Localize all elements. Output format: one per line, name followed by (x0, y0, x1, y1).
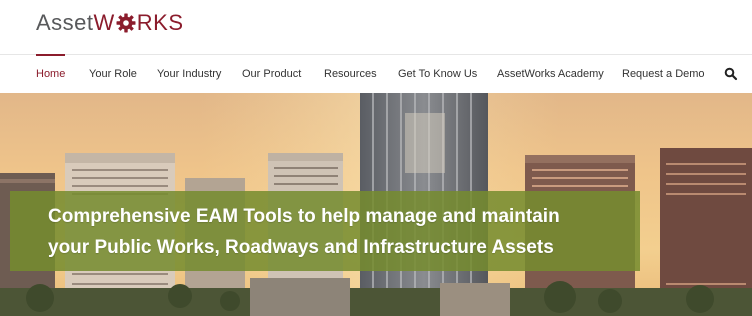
nav-item-request-a-demo[interactable]: Request a Demo (622, 55, 705, 93)
hero-headline-banner: Comprehensive EAM Tools to help manage a… (10, 191, 640, 271)
nav-item-get-to-know-us[interactable]: Get To Know Us (398, 55, 477, 93)
logo-text-asset: Asset (36, 10, 94, 35)
nav-item-assetworks-academy[interactable]: AssetWorks Academy (497, 55, 604, 93)
logo-text-w: W (93, 10, 115, 35)
nav-item-resources[interactable]: Resources (324, 55, 377, 93)
nav-item-your-role[interactable]: Your Role (89, 55, 137, 93)
nav-item-our-product[interactable]: Our Product (242, 55, 301, 93)
hero-headline-line-1: Comprehensive EAM Tools to help manage a… (48, 206, 560, 227)
gear-logo-icon (116, 13, 136, 33)
assetworks-logo[interactable]: Asset W RKS (36, 8, 184, 38)
hero-section: Comprehensive EAM Tools to help manage a… (0, 93, 752, 316)
logo-text-rks: RKS (136, 10, 184, 35)
search-icon[interactable] (724, 67, 738, 81)
hero-headline-line-2: your Public Works, Roadways and Infrastr… (48, 237, 554, 258)
nav-item-your-industry[interactable]: Your Industry (157, 55, 221, 93)
main-nav: Home Your Role Your Industry Our Product… (0, 54, 752, 94)
nav-item-home[interactable]: Home (36, 55, 65, 93)
